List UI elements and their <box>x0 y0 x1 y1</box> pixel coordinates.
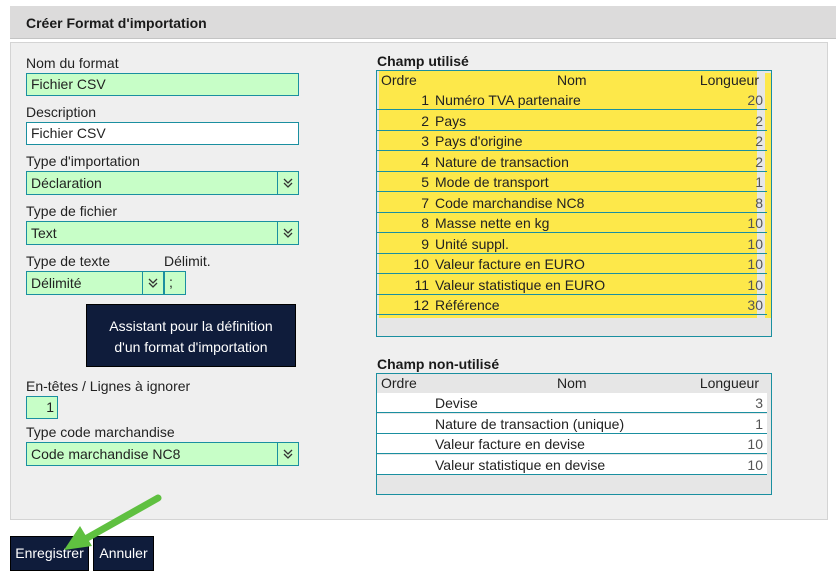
wizard-line-2: d'un format d'importation <box>114 339 268 355</box>
row-longueur: 10 <box>747 235 763 252</box>
row-nom: Mode de transport <box>435 174 549 190</box>
row-ordre: 12 <box>413 297 429 313</box>
row-longueur: 2 <box>755 133 763 149</box>
table-row[interactable]: Nature de transaction (unique) 1 <box>377 413 767 434</box>
row-longueur: 20 <box>747 92 763 108</box>
unused-fields-title: Champ non-utilisé <box>377 356 500 372</box>
table-row[interactable]: 3 Pays d'origine 2 <box>377 131 767 151</box>
row-ordre: 9 <box>421 235 429 252</box>
used-fields-title: Champ utilisé <box>377 53 469 69</box>
row-longueur: 1 <box>755 174 763 190</box>
row-ordre: 1 <box>421 92 429 108</box>
row-nom: Nature de transaction (unique) <box>435 415 625 432</box>
format-wizard-button[interactable]: Assistant pour la définition d'un format… <box>86 304 296 367</box>
row-ordre: 2 <box>421 112 429 129</box>
format-name-input[interactable]: Fichier CSV <box>26 73 299 96</box>
commodity-code-type-select[interactable]: Code marchandise NC8 <box>26 442 299 466</box>
row-nom: Nature de transaction <box>435 153 569 170</box>
pointer-arrow-icon <box>64 494 162 550</box>
table-row[interactable]: 1 Numéro TVA partenaire 20 <box>377 90 767 110</box>
table-row[interactable]: Valeur facture en devise 10 <box>377 434 767 454</box>
col-nom-header: Nom <box>557 72 587 88</box>
header-lines-label: En-têtes / Lignes à ignorer <box>26 378 191 394</box>
table-row[interactable]: 9 Unité suppl. 10 <box>377 234 767 254</box>
row-longueur: 10 <box>747 215 763 231</box>
table-row[interactable]: 4 Nature de transaction 2 <box>377 152 767 172</box>
row-longueur: 8 <box>755 194 763 211</box>
import-type-value: Déclaration <box>31 175 102 191</box>
row-nom: Valeur statistique en devise <box>435 456 606 473</box>
table-row[interactable]: 11 Valeur statistique en EURO 10 <box>377 275 767 295</box>
format-name-label: Nom du format <box>26 55 119 71</box>
description-input[interactable]: Fichier CSV <box>26 122 299 145</box>
file-type-select[interactable]: Text <box>26 221 299 245</box>
used-fields-table: Ordre Nom Longueur 1 Numéro TVA partenair… <box>376 70 772 337</box>
text-type-select[interactable]: Délimité <box>26 271 164 295</box>
row-nom: Devise <box>435 395 478 411</box>
import-type-label: Type d'importation <box>26 153 140 169</box>
table-row[interactable]: 5 Mode de transport 1 <box>377 172 767 192</box>
table-row[interactable]: Valeur statistique en devise 10 <box>377 454 767 475</box>
table-row[interactable]: 2 Pays 2 <box>377 111 767 131</box>
unused-table-header: Ordre Nom Longueur <box>377 374 767 392</box>
col-ordre-header: Ordre <box>381 72 417 88</box>
row-longueur: 10 <box>747 436 763 452</box>
table-row[interactable]: 12 Référence 30 <box>377 295 767 315</box>
row-longueur: 10 <box>747 456 763 473</box>
row-nom: Unité suppl. <box>435 235 509 252</box>
commodity-code-type-label: Type code marchandise <box>26 424 175 440</box>
row-ordre: 8 <box>421 215 429 231</box>
row-longueur: 1 <box>755 415 763 432</box>
chevron-down-icon[interactable] <box>142 272 163 294</box>
unused-fields-table: Ordre Nom Longueur Devise 3 Nature de tran… <box>376 373 772 495</box>
table-row[interactable]: 10 Valeur facture en EURO 10 <box>377 254 767 274</box>
row-ordre: 5 <box>421 174 429 190</box>
page-header: Créer Format d'importation <box>10 6 836 39</box>
description-label: Description <box>26 104 97 120</box>
col-longueur-header: Longueur <box>699 375 759 391</box>
row-longueur: 10 <box>747 276 763 293</box>
commodity-code-type-value: Code marchandise NC8 <box>31 446 181 462</box>
header-lines-input[interactable]: 1 <box>26 396 58 419</box>
file-type-value: Text <box>31 225 57 241</box>
row-longueur: 30 <box>747 297 763 313</box>
row-longueur: 10 <box>747 256 763 272</box>
row-longueur: 2 <box>755 153 763 170</box>
row-nom: Code marchandise NC8 <box>435 194 585 211</box>
row-longueur: 3 <box>755 395 763 411</box>
table-row[interactable]: Devise 3 <box>377 393 767 413</box>
row-nom: Valeur facture en devise <box>435 436 585 452</box>
import-type-select[interactable]: Déclaration <box>26 171 299 195</box>
page-title: Créer Format d'importation <box>26 15 207 31</box>
delimiter-label: Délimit. <box>164 253 211 269</box>
text-type-label: Type de texte <box>26 253 111 269</box>
row-nom: Pays d'origine <box>435 133 523 149</box>
row-nom: Référence <box>435 297 500 313</box>
chevron-down-icon[interactable] <box>277 222 298 244</box>
row-longueur: 2 <box>755 112 763 129</box>
used-table-header: Ordre Nom Longueur <box>377 71 767 89</box>
chevron-down-icon[interactable] <box>277 443 298 465</box>
row-nom: Numéro TVA partenaire <box>435 92 581 108</box>
row-ordre: 7 <box>421 194 429 211</box>
row-nom: Valeur facture en EURO <box>435 256 585 272</box>
row-nom: Masse nette en kg <box>435 215 550 231</box>
row-ordre: 10 <box>413 256 429 272</box>
row-ordre: 4 <box>421 153 429 170</box>
wizard-line-1: Assistant pour la définition <box>109 318 273 334</box>
table-row[interactable]: 8 Masse nette en kg 10 <box>377 213 767 233</box>
file-type-label: Type de fichier <box>26 203 118 219</box>
row-nom: Valeur statistique en EURO <box>435 276 606 293</box>
row-nom: Pays <box>435 112 467 129</box>
col-ordre-header: Ordre <box>381 375 417 391</box>
delimiter-input[interactable]: ; <box>164 271 186 295</box>
row-ordre: 11 <box>414 276 429 293</box>
row-ordre: 3 <box>421 133 429 149</box>
col-nom-header: Nom <box>557 375 587 391</box>
text-type-value: Délimité <box>31 275 82 291</box>
table-row[interactable]: 7 Code marchandise NC8 8 <box>377 193 767 213</box>
chevron-down-icon[interactable] <box>277 172 298 194</box>
col-longueur-header: Longueur <box>699 72 759 88</box>
